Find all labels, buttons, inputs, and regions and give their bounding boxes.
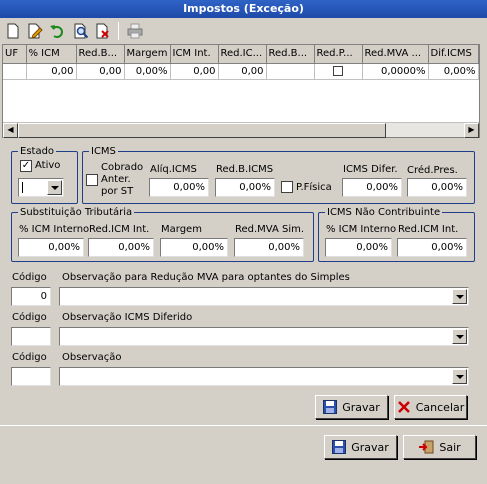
obs2-label: Observação ICMS Diferido bbox=[62, 312, 193, 323]
scroll-thumb[interactable] bbox=[18, 123, 386, 138]
exit-door-icon bbox=[419, 440, 434, 454]
obs2-select[interactable] bbox=[59, 327, 469, 346]
obs3-select[interactable] bbox=[59, 367, 469, 386]
nc-red-icm-int-label: Red.ICM Int. bbox=[398, 224, 459, 235]
obs1-codigo-field[interactable]: 0 bbox=[11, 287, 51, 306]
print-icon[interactable] bbox=[126, 22, 144, 40]
chevron-down-icon[interactable] bbox=[452, 289, 467, 304]
footer-save-label: Gravar bbox=[351, 440, 389, 454]
cell-red-p[interactable] bbox=[314, 63, 363, 80]
col-red-b2[interactable]: Red.B... bbox=[266, 45, 315, 64]
col-icm[interactable]: % ICM bbox=[26, 45, 77, 64]
red-p-checkbox[interactable] bbox=[333, 65, 343, 76]
cobrado-checkbox[interactable] bbox=[86, 174, 98, 186]
obs3-label: Observação bbox=[62, 352, 122, 363]
obs2-codigo-field[interactable] bbox=[11, 327, 51, 346]
cell-icm-int[interactable]: 0,00 bbox=[170, 63, 219, 80]
inner-save-button[interactable]: Gravar bbox=[315, 395, 388, 419]
scroll-right-icon[interactable]: ▶ bbox=[464, 123, 479, 138]
nc-red-icm-int-field[interactable]: 0,00% bbox=[397, 238, 467, 257]
icms-legend: ICMS bbox=[91, 146, 116, 157]
col-red-b[interactable]: Red.B... bbox=[76, 45, 125, 64]
scroll-left-icon[interactable]: ◀ bbox=[3, 123, 18, 138]
p-fisica-label: P.Física bbox=[296, 182, 332, 193]
col-red-icm[interactable]: Red.IC... bbox=[218, 45, 267, 64]
obs1-codigo-label: Código bbox=[12, 272, 47, 283]
chevron-down-icon[interactable] bbox=[452, 329, 467, 344]
obs2-codigo-label: Código bbox=[12, 312, 47, 323]
cell-red-mva[interactable]: 0,0000% bbox=[362, 63, 429, 80]
cell-red-icm[interactable]: 0,00 bbox=[218, 63, 267, 80]
col-red-p[interactable]: Red.P... bbox=[314, 45, 363, 64]
save-icon bbox=[323, 400, 338, 414]
cred-pres-label: Créd.Pres. bbox=[407, 165, 458, 176]
st-legend: Substituição Tributária bbox=[20, 207, 133, 218]
chevron-down-icon[interactable] bbox=[47, 180, 62, 195]
nc-icm-interno-field[interactable]: 0,00% bbox=[325, 238, 392, 257]
exit-label: Sair bbox=[439, 440, 461, 454]
col-dif-icms[interactable]: Dif.ICMS bbox=[428, 45, 479, 64]
st-margem-label: Margem bbox=[161, 224, 202, 235]
col-red-mva[interactable]: Red.MVA ... bbox=[362, 45, 429, 64]
red-b-icms-field[interactable]: 0,00% bbox=[215, 178, 275, 197]
edit-icon[interactable] bbox=[26, 22, 44, 40]
cell-uf[interactable] bbox=[3, 63, 27, 80]
inner-cancel-label: Cancelar bbox=[415, 400, 465, 414]
st-icm-interno-label: % ICM Interno bbox=[19, 224, 90, 235]
cobrado-label: Cobrado Anter. por ST bbox=[101, 162, 144, 197]
st-icm-interno-field[interactable]: 0,00% bbox=[18, 238, 84, 257]
aliq-icms-field[interactable]: 0,00% bbox=[149, 178, 209, 197]
st-red-icm-int-field[interactable]: 0,00% bbox=[88, 238, 154, 257]
cell-margem[interactable]: 0,00% bbox=[124, 63, 171, 80]
footer-save-button[interactable]: Gravar bbox=[324, 435, 397, 459]
window-title: Impostos (Exceção) bbox=[0, 0, 487, 18]
cell-dif-icms[interactable]: 0,00% bbox=[428, 63, 479, 80]
uf-select[interactable] bbox=[18, 178, 64, 197]
undo-icon[interactable] bbox=[48, 22, 66, 40]
estado-legend: Estado bbox=[20, 146, 55, 157]
cred-pres-field[interactable]: 0,00% bbox=[407, 178, 467, 197]
obs3-codigo-label: Código bbox=[12, 352, 47, 363]
ativo-checkbox[interactable]: ✓ bbox=[20, 160, 32, 172]
table-row[interactable]: 0,00 0,00 0,00% 0,00 0,00 0,0000% 0,00% bbox=[3, 63, 479, 80]
icms-difer-field[interactable]: 0,00% bbox=[342, 178, 402, 197]
delete-doc-icon[interactable] bbox=[94, 22, 112, 40]
red-b-icms-label: Red.B.ICMS bbox=[216, 164, 274, 175]
chevron-down-icon[interactable] bbox=[452, 369, 467, 384]
footer-divider bbox=[0, 425, 487, 426]
icms-difer-label: ICMS Difer. bbox=[343, 164, 398, 175]
exit-button[interactable]: Sair bbox=[403, 435, 476, 459]
grid-horizontal-scrollbar[interactable]: ◀ ▶ bbox=[3, 122, 479, 138]
cancel-x-icon bbox=[397, 401, 410, 413]
search-icon[interactable] bbox=[72, 22, 90, 40]
cell-red-b2[interactable] bbox=[266, 63, 315, 80]
st-red-mva-field[interactable]: 0,00% bbox=[234, 238, 304, 257]
toolbar-separator bbox=[118, 22, 119, 40]
aliq-icms-label: Alíq.ICMS bbox=[150, 164, 197, 175]
nc-icm-interno-label: % ICM Interno bbox=[326, 224, 397, 235]
col-icm-int[interactable]: ICM Int. bbox=[170, 45, 219, 64]
obs1-select[interactable] bbox=[59, 287, 469, 306]
col-margem[interactable]: Margem bbox=[124, 45, 171, 64]
toolbar bbox=[0, 19, 487, 43]
cell-icm[interactable]: 0,00 bbox=[26, 63, 77, 80]
obs3-codigo-field[interactable] bbox=[11, 367, 51, 386]
col-uf[interactable]: UF bbox=[3, 45, 27, 64]
p-fisica-checkbox[interactable] bbox=[281, 181, 293, 193]
inner-cancel-button[interactable]: Cancelar bbox=[394, 395, 467, 419]
cell-red-b[interactable]: 0,00 bbox=[76, 63, 125, 80]
st-red-mva-label: Red.MVA Sim. bbox=[235, 224, 305, 235]
inner-save-label: Gravar bbox=[342, 400, 380, 414]
ativo-label: Ativo bbox=[35, 160, 61, 171]
new-doc-icon[interactable] bbox=[4, 22, 22, 40]
nc-legend: ICMS Não Contribuinte bbox=[327, 207, 441, 218]
obs1-label: Observação para Redução MVA para optante… bbox=[62, 272, 350, 283]
save-icon bbox=[332, 440, 347, 454]
st-margem-field[interactable]: 0,00% bbox=[160, 238, 228, 257]
st-red-icm-int-label: Red.ICM Int. bbox=[89, 224, 150, 235]
